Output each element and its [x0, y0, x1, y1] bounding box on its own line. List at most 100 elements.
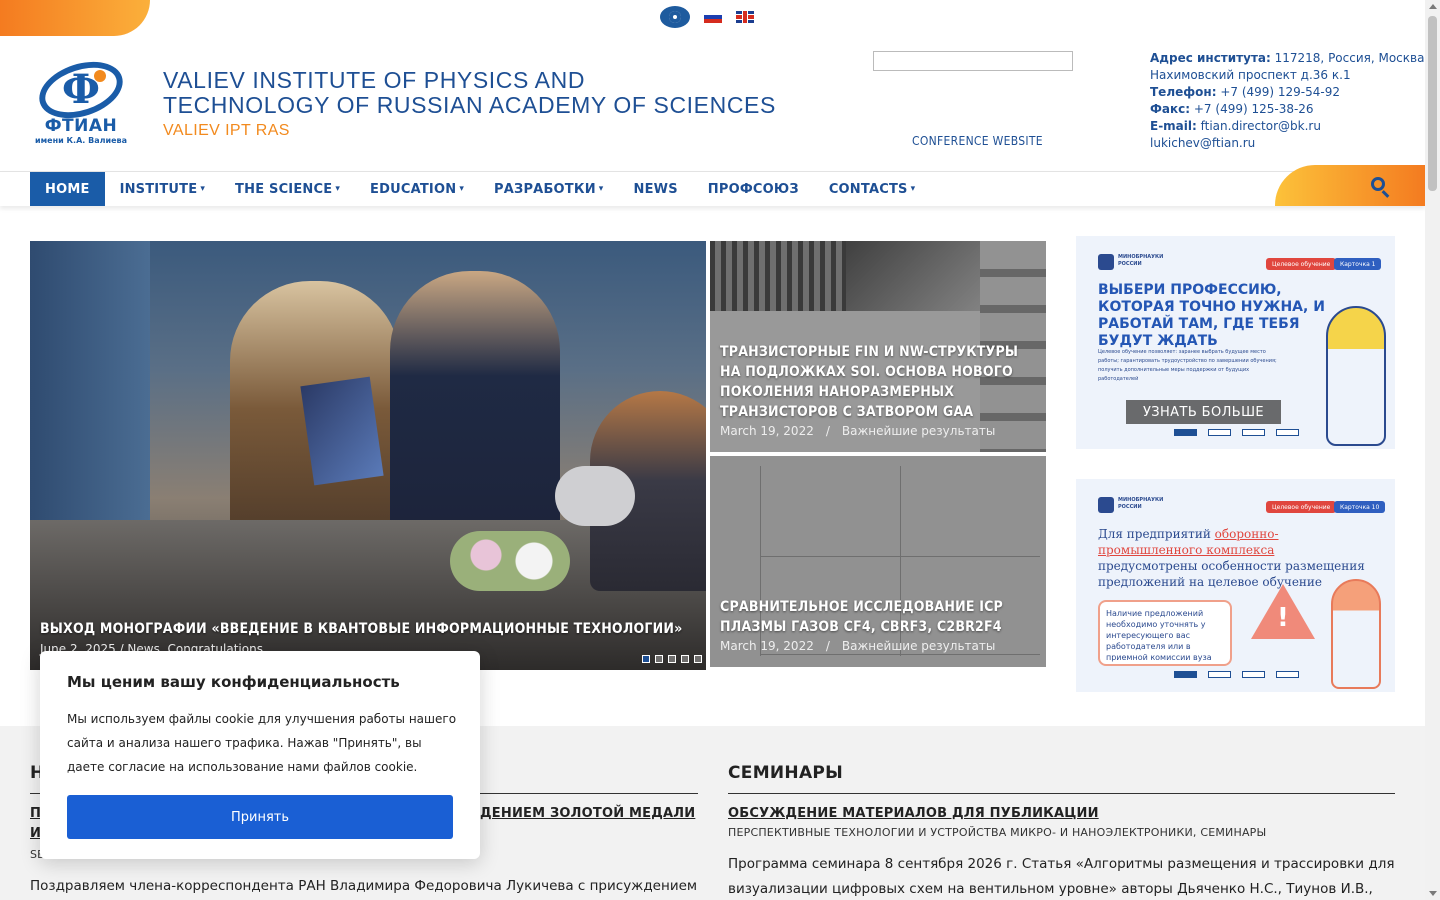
nav-item-home[interactable]: HOME [30, 172, 105, 206]
hero-tile-plasma[interactable]: СРАВНИТЕЛЬНОЕ ИССЛЕДОВАНИЕ ICP ПЛАЗМЫ ГА… [710, 456, 1046, 667]
corner-decoration [0, 0, 150, 36]
seminar-post-title[interactable]: ОБСУЖДЕНИЕ МАТЕРИАЛОВ ДЛЯ ПУБЛИКАЦИИ [728, 804, 1099, 824]
nav-item-contacts[interactable]: CONTACTS ▾ [814, 172, 930, 206]
ministry-emblem-icon [1098, 497, 1114, 513]
learn-more-button[interactable]: УЗНАТЬ БОЛЬШЕ [1126, 400, 1281, 424]
nav-label: CONTACTS [828, 181, 908, 197]
banner-tag: Карточка 1 [1334, 258, 1382, 270]
column-divider [728, 793, 1395, 794]
tile-caption[interactable]: ТРАНЗИСТОРНЫЕ FIN И NW-СТРУКТУРЫ НА ПОДЛ… [720, 342, 1040, 422]
news-post-title-tail[interactable]: ДЕНИЕМ ЗОЛОТОЙ МЕДАЛИ [480, 804, 695, 824]
site-title-line1: VALIEV INSTITUTE OF PHYSICS AND [163, 67, 586, 93]
site-logo[interactable]: Ф ФТИАН имени К.А. Валиева [30, 51, 132, 146]
slider-dot[interactable] [1242, 671, 1265, 678]
excerpt-line: Программа семинара 8 сентября 2026 г. Ст… [728, 856, 1395, 872]
contacts-block: Адрес института: 117218, Россия, Москва,… [1150, 50, 1428, 152]
tile-category[interactable]: Важнейшие результаты [842, 639, 995, 653]
nav-label: THE SCIENCE [235, 181, 333, 197]
slider-dot[interactable] [1174, 429, 1197, 436]
slider-dot[interactable] [655, 655, 663, 663]
site-title-block: VALIEV INSTITUTE OF PHYSICS AND TECHNOLO… [163, 68, 803, 140]
search-icon[interactable] [1371, 177, 1385, 191]
hero-tile-transistors[interactable]: ТРАНЗИСТОРНЫЕ FIN И NW-СТРУКТУРЫ НА ПОДЛ… [710, 241, 1046, 452]
banner-slider-dots [1174, 429, 1299, 436]
nav-label: EDUCATION [370, 181, 457, 197]
chevron-down-icon: ▾ [598, 184, 604, 194]
site-short-title: VALIEV IPT RAS [163, 122, 290, 139]
nav-item-institute[interactable]: INSTITUTE ▾ [105, 172, 220, 206]
tile-meta: March 19, 2022 / Важнейшие результаты [720, 424, 995, 438]
flag-en-icon[interactable] [736, 11, 754, 23]
slider-dot[interactable] [1276, 429, 1299, 436]
search-tab[interactable] [1275, 165, 1425, 206]
slider-dot[interactable] [1208, 429, 1231, 436]
slider-dot[interactable] [1242, 429, 1265, 436]
hero-slider-dots [642, 655, 702, 663]
target-education-banner-1[interactable]: МИНОБРНАУКИ РОССИИ Целевое обучение Карт… [1076, 236, 1395, 449]
cookie-text: Мы используем файлы cookie для улучшения… [67, 712, 457, 774]
ministry-label: МИНОБРНАУКИ РОССИИ [1118, 497, 1164, 510]
cookie-title: Мы ценим вашу конфиденциальность [67, 673, 400, 691]
page-scrollbar[interactable] [1425, 0, 1440, 900]
chevron-down-icon: ▾ [910, 184, 916, 194]
nav-item-science[interactable]: THE SCIENCE ▾ [220, 172, 355, 206]
banner-tag: Целевое обучение [1266, 501, 1337, 513]
target-education-banner-2[interactable]: МИНОБРНАУКИ РОССИИ Целевое обучение Карт… [1076, 479, 1395, 692]
banner-note-box: Наличие предложений необходимо уточнять … [1098, 600, 1232, 666]
slider-dot[interactable] [1276, 671, 1299, 678]
meta-separator: / [825, 639, 830, 653]
hero-caption[interactable]: ВЫХОД МОНОГРАФИИ «ВВЕДЕНИЕ В КВАНТОВЫЕ И… [40, 621, 682, 637]
conference-website-link[interactable]: CONFERENCE WEBSITE [912, 134, 1043, 148]
tile-date: March 19, 2022 [720, 424, 814, 438]
exclamation-icon: ! [1277, 603, 1289, 633]
banner-headline: ВЫБЕРИ ПРОФЕССИЮ, КОТОРАЯ ТОЧНО НУЖНА, И… [1098, 282, 1325, 349]
email-link[interactable]: ftian.director@bk.ru [1197, 119, 1321, 133]
top-utility-bar [660, 6, 754, 28]
site-title-line2: TECHNOLOGY OF RUSSIAN ACADEMY OF SCIENCE… [163, 92, 776, 118]
phone-label: Телефон: [1150, 85, 1217, 99]
slider-dot[interactable] [681, 655, 689, 663]
hero-featured-slide[interactable]: ВЫХОД МОНОГРАФИИ «ВВЕДЕНИЕ В КВАНТОВЫЕ И… [30, 241, 706, 670]
site-title[interactable]: VALIEV INSTITUTE OF PHYSICS AND TECHNOLO… [163, 68, 803, 118]
fax-value: +7 (499) 125-38-26 [1190, 102, 1314, 116]
scroll-thumb[interactable] [1428, 16, 1437, 191]
tile-caption[interactable]: СРАВНИТЕЛЬНОЕ ИССЛЕДОВАНИЕ ICP ПЛАЗМЫ ГА… [720, 597, 1040, 637]
scroll-down-arrow-icon[interactable] [1429, 891, 1437, 896]
slider-dot[interactable] [1174, 671, 1197, 678]
chevron-down-icon: ▾ [335, 184, 341, 194]
slider-dot[interactable] [1208, 671, 1231, 678]
accept-cookies-button[interactable]: Принять [67, 795, 453, 839]
photo-book [300, 376, 384, 486]
logo-dot [94, 70, 106, 82]
nav-item-union[interactable]: ПРОФСОЮЗ [693, 172, 814, 206]
nav-label: HOME [45, 181, 90, 197]
tile-category[interactable]: Важнейшие результаты [842, 424, 995, 438]
nav-label: INSTITUTE [119, 181, 198, 197]
nav-item-news[interactable]: NEWS [619, 172, 693, 206]
cookie-consent-dialog: Мы ценим вашу конфиденциальность Мы испо… [40, 651, 480, 859]
seminars-column-title: СЕМИНАРЫ [728, 763, 844, 783]
logo-name: ФТИАН [44, 116, 118, 136]
nav-label: РАЗРАБОТКИ [494, 181, 596, 197]
logo-subtitle: имени К.А. Валиева [35, 136, 127, 145]
email-link-2[interactable]: lukichev@ftian.ru [1150, 135, 1428, 152]
chevron-down-icon: ▾ [200, 184, 206, 194]
banner-tag: Карточка 10 [1334, 501, 1386, 513]
tile-date: March 19, 2022 [720, 639, 814, 653]
ministry-emblem-icon [1098, 254, 1114, 270]
nav-item-developments[interactable]: РАЗРАБОТКИ ▾ [479, 172, 618, 206]
phone-value[interactable]: +7 (499) 129-54-92 [1217, 85, 1340, 99]
conference-banner-image[interactable] [873, 51, 1073, 71]
main-nav: HOME INSTITUTE ▾ THE SCIENCE ▾ EDUCATION ▾ … [0, 165, 1425, 206]
scroll-up-arrow-icon[interactable] [1429, 4, 1437, 9]
slider-dot[interactable] [668, 655, 676, 663]
accessibility-eye-icon[interactable] [660, 6, 690, 28]
nav-item-education[interactable]: EDUCATION ▾ [355, 172, 479, 206]
seminar-post-category[interactable]: ПЕРСПЕКТИВНЫЕ ТЕХНОЛОГИИ И УСТРОЙСТВА МИ… [728, 826, 1266, 839]
banner-list: Целевое обучение позволяет: заранее выбр… [1098, 349, 1277, 382]
flag-ru-icon[interactable] [704, 11, 722, 23]
slider-dot[interactable] [694, 655, 702, 663]
slider-dot[interactable] [642, 655, 650, 663]
address-value: 117218, Россия, Москва, [1270, 51, 1429, 65]
address-label: Адрес института: [1150, 51, 1271, 65]
